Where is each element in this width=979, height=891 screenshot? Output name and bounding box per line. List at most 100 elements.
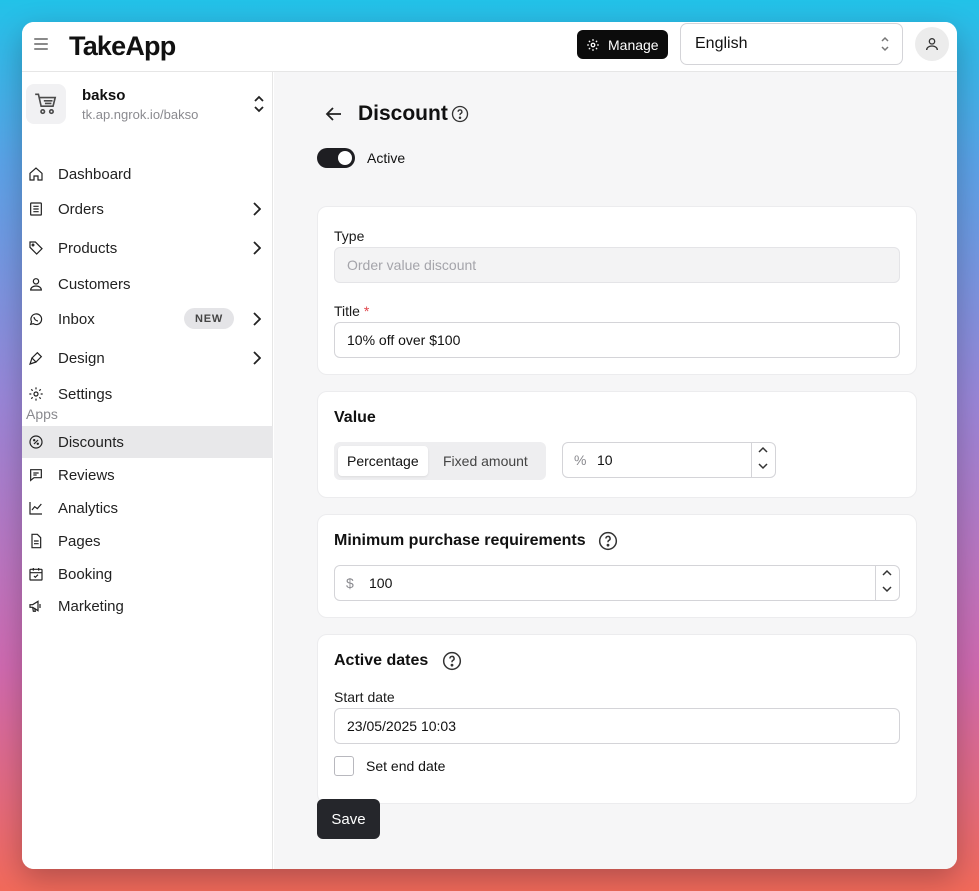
start-date-label: Start date	[334, 689, 395, 705]
app-window: TakeApp Manage English bakso tk.ap.ngrok…	[22, 22, 957, 869]
percentage-option[interactable]: Percentage	[338, 446, 428, 476]
minimum-amount: 100	[369, 575, 393, 591]
chevron-right-icon	[253, 312, 261, 326]
sidebar-item-label: Inbox	[58, 311, 95, 328]
chevron-up-down-icon	[881, 36, 889, 52]
store-url: tk.ap.ngrok.io/bakso	[82, 107, 199, 122]
save-button[interactable]: Save	[317, 799, 380, 839]
start-date-value: 23/05/2025 10:03	[347, 718, 456, 734]
sidebar-item-design[interactable]: Design	[22, 342, 273, 374]
type-value: Order value discount	[347, 257, 477, 273]
sidebar-item-label: Discounts	[58, 434, 124, 451]
active-label: Active	[367, 150, 406, 166]
main-content: Discount Active Type Order value discoun…	[274, 72, 957, 869]
back-arrow-icon[interactable]	[325, 106, 343, 122]
sidebar-item-label: Orders	[58, 201, 104, 218]
sidebar-item-dashboard[interactable]: Dashboard	[22, 158, 273, 190]
chevron-right-icon	[253, 351, 261, 365]
help-icon[interactable]	[442, 651, 462, 671]
sidebar-item-label: Reviews	[58, 467, 115, 484]
sidebar-item-reviews[interactable]: Reviews	[22, 459, 273, 491]
sidebar-item-booking[interactable]: Booking	[22, 558, 273, 590]
sidebar-item-marketing[interactable]: Marketing	[22, 590, 273, 622]
minimum-purchase-title: Minimum purchase requirements	[334, 532, 586, 549]
calendar-icon	[29, 568, 43, 581]
chart-icon	[29, 502, 42, 515]
document-icon	[31, 533, 42, 549]
value-card: Value Percentage Fixed amount % 10	[317, 391, 917, 498]
minimum-purchase-card: Minimum purchase requirements $ 100	[317, 514, 917, 618]
chevron-up-icon[interactable]	[758, 446, 768, 454]
sidebar-item-analytics[interactable]: Analytics	[22, 492, 273, 524]
sidebar-item-label: Marketing	[58, 598, 124, 615]
sidebar-item-pages[interactable]: Pages	[22, 525, 273, 557]
sidebar-item-label: Pages	[58, 533, 101, 550]
brush-icon	[29, 351, 43, 365]
user-icon	[30, 278, 42, 291]
sidebar-item-inbox[interactable]: Inbox NEW	[22, 303, 273, 335]
sidebar-item-label: Customers	[58, 276, 131, 293]
chevron-right-icon	[253, 202, 261, 216]
value-title: Value	[334, 409, 376, 426]
chevron-down-icon[interactable]	[758, 462, 768, 470]
manage-label: Manage	[608, 36, 659, 53]
dollar-prefix: $	[346, 575, 354, 591]
sidebar: bakso tk.ap.ngrok.io/bakso Dashboard Ord…	[22, 72, 273, 869]
sidebar-item-label: Settings	[58, 386, 113, 403]
sidebar-item-orders[interactable]: Orders	[22, 193, 273, 225]
app-logo[interactable]: TakeApp	[69, 31, 176, 62]
title-value: 10% off over $100	[347, 332, 461, 348]
value-type-toggle: Percentage Fixed amount	[334, 442, 546, 480]
new-badge: NEW	[184, 308, 234, 329]
discount-icon	[29, 435, 43, 449]
end-date-checkbox[interactable]	[334, 756, 354, 776]
percent-prefix: %	[574, 452, 587, 468]
end-date-label: Set end date	[366, 758, 446, 774]
sidebar-item-label: Booking	[58, 566, 113, 583]
active-toggle[interactable]	[317, 148, 355, 168]
value-stepper[interactable]	[751, 443, 775, 477]
sidebar-item-products[interactable]: Products	[22, 232, 273, 264]
megaphone-icon	[29, 600, 41, 612]
user-avatar[interactable]	[915, 27, 949, 61]
page-title: Discount	[358, 102, 448, 125]
chevron-up-down-icon	[254, 95, 264, 113]
sidebar-item-settings[interactable]: Settings	[22, 378, 273, 410]
menu-icon[interactable]	[34, 38, 48, 52]
type-card: Type Order value discount Title * 10% of…	[317, 206, 917, 375]
gear-icon	[29, 387, 43, 401]
chevron-up-icon[interactable]	[882, 569, 892, 577]
active-dates-title: Active dates	[334, 652, 429, 669]
minimum-stepper[interactable]	[875, 566, 899, 600]
apps-section-label: Apps	[26, 406, 58, 422]
active-dates-card: Active dates Start date 23/05/2025 10:03…	[317, 634, 917, 804]
sidebar-item-label: Design	[58, 350, 105, 367]
minimum-amount-input[interactable]: $ 100	[334, 565, 900, 601]
value-amount-input[interactable]: % 10	[562, 442, 776, 478]
help-icon[interactable]	[451, 105, 469, 123]
type-input: Order value discount	[334, 247, 900, 283]
top-bar: TakeApp Manage English	[22, 22, 957, 72]
home-icon	[29, 167, 43, 181]
help-icon[interactable]	[598, 531, 618, 551]
title-input[interactable]: 10% off over $100	[334, 322, 900, 358]
chevron-right-icon	[253, 241, 261, 255]
manage-button[interactable]: Manage	[577, 30, 668, 59]
start-date-input[interactable]: 23/05/2025 10:03	[334, 708, 900, 744]
store-switcher[interactable]: bakso tk.ap.ngrok.io/bakso	[26, 84, 269, 126]
chat-icon	[30, 469, 42, 482]
chevron-down-icon[interactable]	[882, 585, 892, 593]
sidebar-item-customers[interactable]: Customers	[22, 268, 273, 300]
fixed-amount-option[interactable]: Fixed amount	[434, 446, 537, 476]
store-name: bakso	[82, 87, 126, 104]
whatsapp-icon	[29, 313, 43, 326]
sidebar-item-discounts[interactable]: Discounts	[22, 426, 273, 458]
language-value: English	[695, 35, 748, 52]
sidebar-item-label: Analytics	[58, 500, 119, 517]
sidebar-item-label: Dashboard	[58, 166, 132, 183]
gear-icon	[587, 38, 599, 51]
type-label: Type	[334, 228, 365, 244]
language-select[interactable]: English	[680, 23, 903, 65]
tag-icon	[29, 241, 43, 255]
value-amount: 10	[597, 452, 613, 468]
